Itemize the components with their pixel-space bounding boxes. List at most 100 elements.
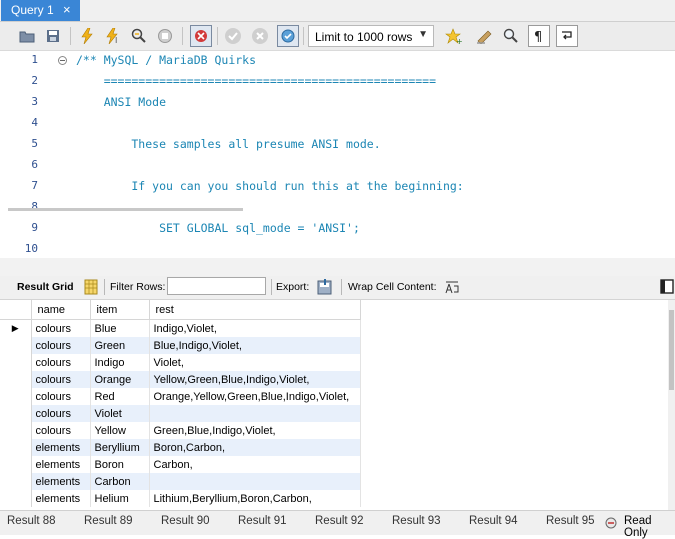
row-indicator[interactable]: [0, 388, 32, 405]
table-cell[interactable]: Boron: [90, 456, 150, 473]
table-cell[interactable]: Indigo,Violet,: [149, 319, 361, 337]
table-cell[interactable]: colours: [31, 337, 91, 354]
table-cell[interactable]: Beryllium: [90, 439, 150, 456]
open-folder-icon[interactable]: [16, 25, 38, 47]
row-indicator[interactable]: [0, 422, 32, 439]
save-icon[interactable]: [42, 25, 64, 47]
table-cell[interactable]: Violet: [90, 405, 150, 422]
stop-icon[interactable]: [154, 25, 176, 47]
table-cell[interactable]: colours: [31, 371, 91, 388]
row-indicator[interactable]: [0, 439, 32, 456]
panel-splitter[interactable]: [0, 258, 675, 276]
table-cell[interactable]: Blue: [90, 319, 150, 337]
table-cell[interactable]: elements: [31, 490, 91, 507]
export-icon[interactable]: [316, 278, 334, 299]
wrap-icon[interactable]: [556, 25, 578, 47]
table-cell[interactable]: Orange,Yellow,Green,Blue,Indigo,Violet,: [149, 388, 361, 405]
table-cell[interactable]: Indigo: [90, 354, 150, 371]
row-indicator[interactable]: [0, 337, 32, 354]
row-indicator[interactable]: [0, 490, 32, 507]
result-grid[interactable]: name item rest ▶ colours Blue Indigo,Violet…: [0, 300, 668, 510]
table-cell[interactable]: Blue,Indigo,Violet,: [149, 337, 361, 354]
result-tab[interactable]: Result 88: [7, 515, 56, 527]
toolbar-separator: [182, 27, 183, 45]
row-indicator[interactable]: [0, 473, 32, 490]
table-cell[interactable]: Helium: [90, 490, 150, 507]
table-cell[interactable]: Lithium,Beryllium,Boron,Carbon,: [149, 490, 361, 507]
query-tab[interactable]: Query 1 ×: [1, 0, 80, 21]
table-row[interactable]: ▶ colours Blue Indigo,Violet,: [0, 319, 361, 337]
table-cell[interactable]: Carbon,: [149, 456, 361, 473]
result-tab[interactable]: Result 95: [546, 515, 595, 527]
table-row[interactable]: elements Beryllium Boron,Carbon,: [0, 439, 361, 456]
explain-icon[interactable]: [128, 25, 150, 47]
row-indicator[interactable]: [0, 405, 32, 422]
table-cell[interactable]: Carbon: [90, 473, 150, 490]
table-row[interactable]: colours Yellow Green,Blue,Indigo,Violet,: [0, 422, 361, 439]
invisible-chars-icon[interactable]: ¶: [528, 25, 550, 47]
table-cell[interactable]: colours: [31, 354, 91, 371]
filter-rows-input[interactable]: [167, 277, 266, 295]
row-indicator[interactable]: [0, 371, 32, 388]
result-tab[interactable]: Result 90: [161, 515, 210, 527]
table-row[interactable]: colours Violet: [0, 405, 361, 422]
column-header-name[interactable]: name: [31, 300, 91, 320]
wrap-cell-icon[interactable]: [445, 280, 459, 297]
grid-vertical-scrollbar[interactable]: [668, 300, 675, 510]
row-indicator[interactable]: [0, 456, 32, 473]
grid-view-icon[interactable]: [84, 279, 98, 298]
sql-editor[interactable]: 1 2 3 4 5 6 7 8 9 10 /** MySQL / MariaDB…: [0, 51, 675, 257]
limit-rows-select[interactable]: Limit to 1000 rows ▼: [308, 25, 434, 47]
row-indicator[interactable]: [0, 354, 32, 371]
beautify-icon[interactable]: [474, 25, 496, 47]
table-cell[interactable]: Yellow,Green,Blue,Indigo,Violet,: [149, 371, 361, 388]
result-tab[interactable]: Result 92: [315, 515, 364, 527]
table-cell[interactable]: Red: [90, 388, 150, 405]
editor-horizontal-scrollbar[interactable]: [8, 208, 243, 211]
scrollbar-thumb[interactable]: [669, 310, 674, 390]
table-cell[interactable]: Orange: [90, 371, 150, 388]
table-cell[interactable]: colours: [31, 422, 91, 439]
result-tab[interactable]: Result 93: [392, 515, 441, 527]
autocommit-icon[interactable]: [277, 25, 299, 47]
column-header-item[interactable]: item: [90, 300, 150, 320]
table-row[interactable]: colours Indigo Violet,: [0, 354, 361, 371]
execute-icon[interactable]: [76, 25, 98, 47]
table-row[interactable]: colours Red Orange,Yellow,Green,Blue,Indig…: [0, 388, 361, 405]
table-cell[interactable]: elements: [31, 473, 91, 490]
table-row[interactable]: colours Green Blue,Indigo,Violet,: [0, 337, 361, 354]
toggle-error-icon[interactable]: [190, 25, 212, 47]
find-icon[interactable]: [500, 25, 522, 47]
table-cell[interactable]: elements: [31, 439, 91, 456]
column-header-rest[interactable]: rest: [149, 300, 361, 320]
table-cell[interactable]: colours: [31, 388, 91, 405]
commit-icon[interactable]: [222, 25, 244, 47]
close-icon[interactable]: ×: [63, 2, 71, 17]
panel-toggle-icon[interactable]: [660, 279, 674, 297]
query-tab-bar: Query 1 ×: [0, 0, 675, 22]
table-cell[interactable]: Violet,: [149, 354, 361, 371]
table-cell[interactable]: elements: [31, 456, 91, 473]
result-tab[interactable]: Result 91: [238, 515, 287, 527]
table-cell[interactable]: [149, 473, 361, 490]
table-cell[interactable]: [149, 405, 361, 422]
result-grid-label[interactable]: Result Grid: [17, 281, 74, 293]
table-row[interactable]: elements Carbon: [0, 473, 361, 490]
line-number: 6: [31, 158, 38, 171]
favorites-icon[interactable]: +: [442, 25, 464, 47]
table-cell[interactable]: Green: [90, 337, 150, 354]
result-tab[interactable]: Result 89: [84, 515, 133, 527]
table-cell[interactable]: colours: [31, 405, 91, 422]
table-cell[interactable]: Yellow: [90, 422, 150, 439]
table-row[interactable]: elements Boron Carbon,: [0, 456, 361, 473]
table-cell[interactable]: Green,Blue,Indigo,Violet,: [149, 422, 361, 439]
rollback-icon[interactable]: [249, 25, 271, 47]
result-tab[interactable]: Result 94: [469, 515, 518, 527]
table-cell[interactable]: Boron,Carbon,: [149, 439, 361, 456]
table-row[interactable]: colours Orange Yellow,Green,Blue,Indigo,Vi…: [0, 371, 361, 388]
current-row-indicator[interactable]: ▶: [0, 319, 32, 337]
fold-toggle-icon[interactable]: [58, 56, 67, 65]
table-cell[interactable]: colours: [31, 319, 91, 337]
execute-current-icon[interactable]: I: [102, 25, 124, 47]
table-row[interactable]: elements Helium Lithium,Beryllium,Boron,Ca…: [0, 490, 361, 507]
